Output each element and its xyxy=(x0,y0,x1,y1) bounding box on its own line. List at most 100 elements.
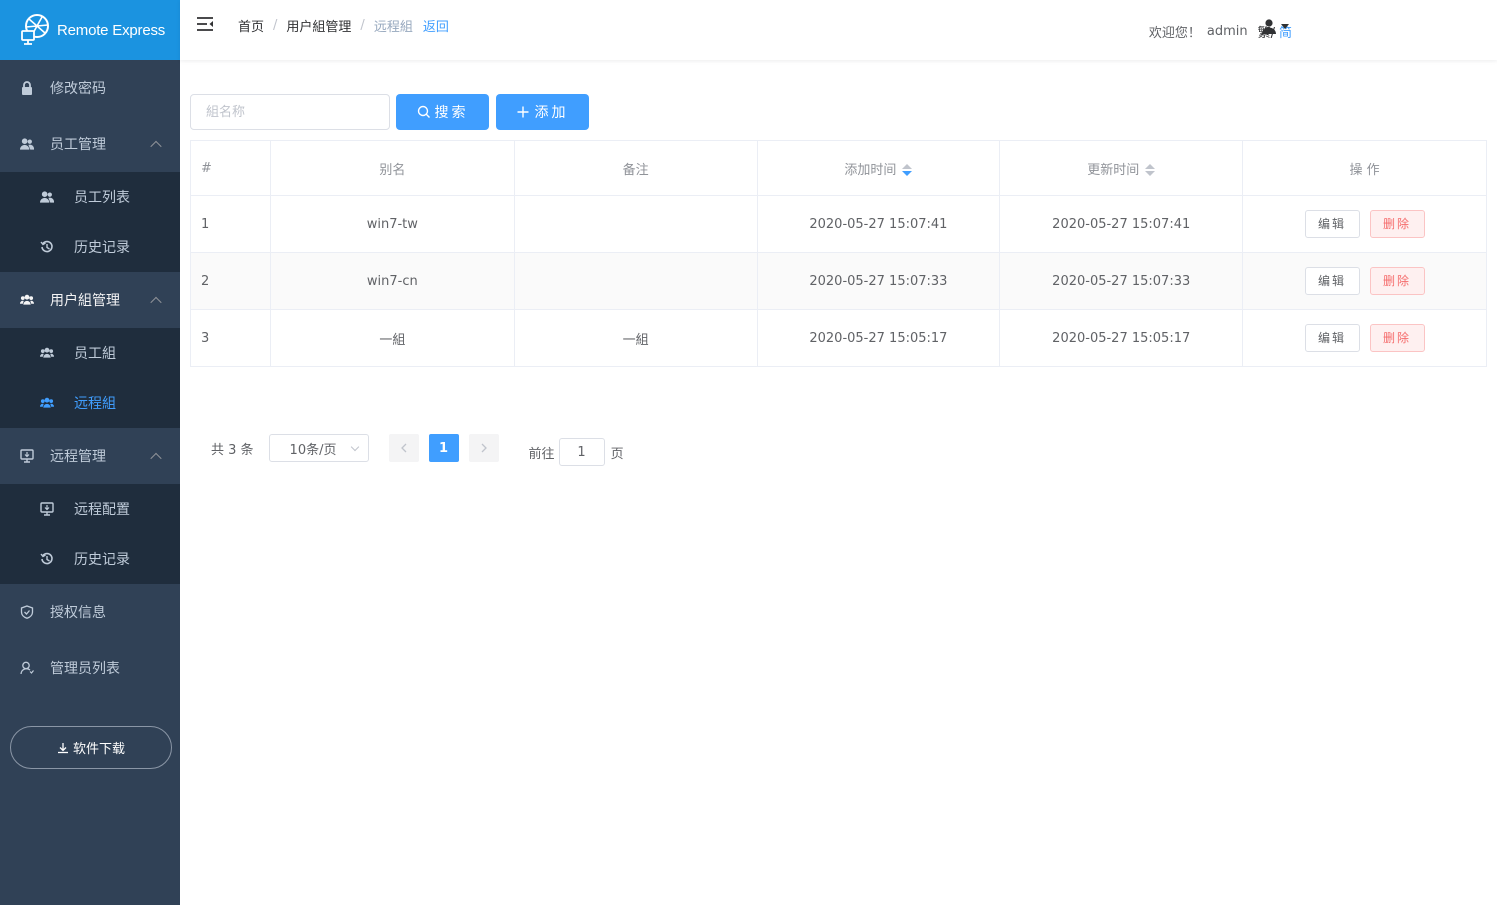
logo[interactable]: Remote Express xyxy=(0,0,180,60)
col-updated[interactable]: 更新时间 xyxy=(999,140,1244,196)
menu-label: 用户組管理 xyxy=(50,293,120,309)
menu-label: 授权信息 xyxy=(50,605,106,621)
prev-page-button[interactable] xyxy=(388,434,419,462)
menu-label: 管理员列表 xyxy=(50,661,120,677)
goto-prefix: 前往 xyxy=(528,446,555,462)
add-button[interactable]: 添加 xyxy=(496,94,589,130)
menu-admin-list[interactable]: 管理员列表 xyxy=(0,640,180,696)
group-icon xyxy=(20,293,34,307)
menu-staff-management[interactable]: 员工管理 xyxy=(0,116,180,172)
plus-icon xyxy=(517,106,528,118)
breadcrumb-group-management[interactable]: 用户組管理 xyxy=(286,16,351,35)
cell-note xyxy=(513,195,758,253)
cell-updated: 2020-05-27 15:07:41 xyxy=(999,195,1244,253)
logo-icon xyxy=(21,14,49,45)
col-created[interactable]: 添加时间 xyxy=(756,140,1001,196)
sidebar: Remote Express 修改密码 员工管理 员工列表 历史记录 用户組管理… xyxy=(0,0,180,905)
goto-suffix: 页 xyxy=(610,446,624,462)
cell-alias: 一組 xyxy=(269,309,515,367)
cell-actions: 编辑 删除 xyxy=(1242,252,1487,310)
caret-down-icon xyxy=(1281,24,1289,29)
username: admin xyxy=(1206,24,1248,39)
col-updated-label: 更新时间 xyxy=(1087,162,1140,178)
sidebar-item-label: 历史记录 xyxy=(74,240,130,256)
chevron-up-icon xyxy=(150,452,162,465)
group-name-input[interactable] xyxy=(190,94,390,130)
sidebar-item-staff-history[interactable]: 历史记录 xyxy=(0,222,180,272)
breadcrumb-current: 远程組 xyxy=(373,20,413,35)
edit-button[interactable]: 编辑 xyxy=(1304,210,1360,238)
search-label: 搜索 xyxy=(434,105,469,121)
sidebar-item-staff-group[interactable]: 员工組 xyxy=(0,328,180,378)
menu-remote-management[interactable]: 远程管理 xyxy=(0,428,180,484)
cell-created: 2020-05-27 15:07:41 xyxy=(756,195,1001,253)
table-row: 3 一組 一組 2020-05-27 15:05:17 2020-05-27 1… xyxy=(190,309,1487,367)
goto-page: 前往 页 xyxy=(529,438,624,466)
table-row: 2 win7-cn 2020-05-27 15:07:33 2020-05-27… xyxy=(190,252,1487,310)
cell-index: 3 xyxy=(190,309,271,367)
history-icon xyxy=(40,240,54,254)
submenu-staff: 员工列表 历史记录 xyxy=(0,172,180,272)
table-row: 1 win7-tw 2020-05-27 15:07:41 2020-05-27… xyxy=(190,195,1487,253)
cell-index: 1 xyxy=(190,195,271,253)
search-button[interactable]: 搜索 xyxy=(396,94,489,130)
page-size-value: 10条/页 xyxy=(289,442,337,458)
sidebar-item-remote-history[interactable]: 历史记录 xyxy=(0,534,180,584)
cell-updated: 2020-05-27 15:05:17 xyxy=(999,309,1244,367)
sidebar-item-label: 远程配置 xyxy=(74,502,130,518)
menu-group-management[interactable]: 用户組管理 xyxy=(0,272,180,328)
chevron-up-icon xyxy=(150,140,162,153)
submenu-group: 员工組 远程組 xyxy=(0,328,180,428)
main-content: 搜索 添加 # 别名 备注 添加时间 更新时间 操 作 1 win7-tw 20… xyxy=(190,94,1487,466)
menu-license-info[interactable]: 授权信息 xyxy=(0,584,180,640)
sidebar-item-label: 远程組 xyxy=(74,396,116,412)
chevron-right-icon xyxy=(481,443,487,453)
pagination: 共 3 条 10条/页 1 前往 页 xyxy=(211,430,624,466)
menu-label: 员工管理 xyxy=(50,137,106,153)
cell-updated: 2020-05-27 15:07:33 xyxy=(999,252,1244,310)
sidebar-item-label: 员工組 xyxy=(74,346,116,362)
download-icon xyxy=(57,742,69,754)
menu-fold-icon xyxy=(197,17,213,31)
next-page-button[interactable] xyxy=(468,434,499,462)
back-link[interactable]: 返回 xyxy=(423,16,449,35)
page-size-select[interactable]: 10条/页 xyxy=(268,434,369,462)
toolbar: 搜索 添加 xyxy=(190,94,1487,130)
history-icon xyxy=(40,552,54,566)
hamburger-toggle[interactable] xyxy=(196,16,214,32)
software-download-button[interactable]: 软件下载 xyxy=(10,726,172,769)
goto-page-input[interactable] xyxy=(558,438,605,466)
users-icon xyxy=(40,190,54,204)
sort-icon[interactable] xyxy=(902,164,913,176)
page-number-current[interactable]: 1 xyxy=(428,434,459,462)
delete-button[interactable]: 删除 xyxy=(1369,210,1425,238)
edit-button[interactable]: 编辑 xyxy=(1304,267,1360,295)
breadcrumb-home[interactable]: 首页 xyxy=(238,16,264,35)
group-icon xyxy=(40,396,54,410)
lock-icon xyxy=(20,81,34,95)
sidebar-item-remote-group[interactable]: 远程組 xyxy=(0,378,180,428)
search-icon xyxy=(417,105,430,118)
chevron-down-icon xyxy=(350,442,359,452)
menu-change-password[interactable]: 修改密码 xyxy=(0,60,180,116)
group-icon xyxy=(40,346,54,360)
user-dropdown[interactable] xyxy=(1262,19,1289,34)
delete-button[interactable]: 删除 xyxy=(1369,324,1425,352)
monitor-icon xyxy=(40,502,54,516)
sidebar-item-remote-config[interactable]: 远程配置 xyxy=(0,484,180,534)
cell-created: 2020-05-27 15:05:17 xyxy=(756,309,1001,367)
edit-button[interactable]: 编辑 xyxy=(1304,324,1360,352)
cell-alias: win7-tw xyxy=(269,195,515,253)
cell-alias: win7-cn xyxy=(269,252,515,310)
sort-icon[interactable] xyxy=(1145,164,1156,176)
welcome-text: 欢迎您！ xyxy=(1148,26,1201,41)
col-alias: 别名 xyxy=(269,140,515,196)
shield-check-icon xyxy=(20,605,34,619)
delete-button[interactable]: 删除 xyxy=(1369,267,1425,295)
sidebar-item-staff-list[interactable]: 员工列表 xyxy=(0,172,180,222)
cell-actions: 编辑 删除 xyxy=(1242,195,1487,253)
user-outline-icon xyxy=(20,661,34,675)
cell-created: 2020-05-27 15:07:33 xyxy=(756,252,1001,310)
breadcrumb-separator: / xyxy=(360,18,365,33)
col-created-label: 添加时间 xyxy=(844,162,897,178)
